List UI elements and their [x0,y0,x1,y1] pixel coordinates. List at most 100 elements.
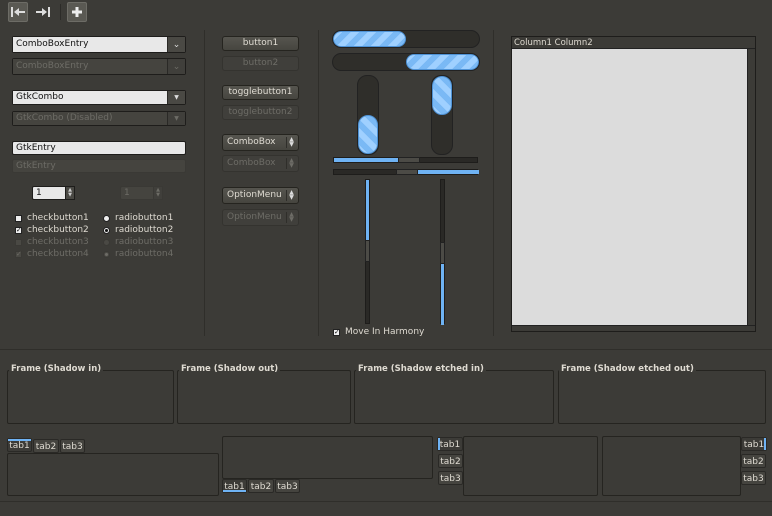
updown-arrows-icon: ▲ ▼ [286,212,296,223]
radio-selected-icon[interactable] [103,226,110,234]
spin-button-value[interactable]: 1 [32,186,66,200]
checkbox-icon [15,238,22,246]
hscale-2[interactable] [333,169,479,175]
radio-icon[interactable] [103,214,110,222]
checkbox-icon[interactable] [15,214,22,222]
hscale-1[interactable] [333,157,478,163]
progress-bar-vertical-2 [431,75,453,155]
tab-label: tab1 [439,440,461,450]
tab-left-2[interactable]: tab2 [438,454,463,468]
tree-view[interactable]: Column1 Column2 [511,36,756,332]
tab-label: tab3 [440,474,461,484]
notebook-left [463,436,598,496]
tab-accent [223,490,246,492]
toolbar-separator [60,4,61,20]
frame-shadow-etched-out-label: Frame (Shadow etched out) [559,364,696,374]
notebook-bottom [222,436,433,479]
combo-box-entry-disabled-field: ComboBoxEntry [13,59,167,74]
optionmenu[interactable]: OptionMenu ▲ ▼ [222,187,299,204]
tab-top-2[interactable]: tab2 [33,439,59,453]
scale-slider-handle[interactable] [396,169,418,175]
tab-right-1[interactable]: tab1 [741,437,767,451]
tab-left-3[interactable]: tab3 [438,471,463,485]
combo-box-entry[interactable]: ComboBoxEntry ⌄ [12,36,186,53]
tab-bottom-3[interactable]: tab3 [275,479,300,493]
notebook-top [7,453,219,496]
checkbutton1[interactable]: checkbutton1 [15,213,89,223]
tab-top-1[interactable]: tab1 [7,438,32,452]
combobox-disabled-label: ComboBox [227,158,276,168]
vertical-scrollbar[interactable] [747,49,755,325]
tab-label: tab2 [35,442,57,452]
column-separator [493,30,494,336]
radiobutton2[interactable]: radiobutton2 [103,225,173,235]
vscale-2[interactable] [440,179,445,325]
progress-fill [333,31,406,47]
goto-first-button[interactable] [8,2,28,22]
add-icon [72,7,82,17]
section-separator [0,349,772,350]
gtk-combo-field[interactable]: GtkCombo [13,91,167,104]
goto-last-button[interactable] [33,2,53,22]
scale-fill [441,264,444,325]
tab-bottom-1[interactable]: tab1 [222,479,247,493]
add-button[interactable] [67,2,87,22]
column-separator [204,30,205,336]
goto-last-icon [36,7,50,17]
tab-label: tab3 [62,442,83,452]
updown-arrows-icon: ▲ ▼ [286,158,296,169]
dropdown-arrow-icon: ▼ [167,112,185,125]
checkbox-checked-icon[interactable]: ✓ [333,328,340,336]
frame-shadow-in [7,370,174,424]
scale-slider-handle[interactable] [398,157,420,163]
progress-fill [432,76,452,115]
checkbox-checked-icon[interactable]: ✓ [15,226,22,234]
tab-label: tab1 [9,441,30,451]
tab-label: tab3 [277,482,298,492]
checkbutton1-label: checkbutton1 [27,213,89,223]
scale-fill [418,170,479,174]
scale-fill [366,180,369,240]
spin-arrows-icon[interactable]: ▲ ▼ [66,186,75,200]
spin-button[interactable]: 1 ▲ ▼ [32,186,75,200]
scale-fill [334,158,398,162]
scale-slider-handle[interactable] [440,242,445,264]
dropdown-arrow-icon[interactable]: ▼ [167,91,185,104]
frame-shadow-etched-out [558,370,766,424]
tab-right-3[interactable]: tab3 [741,471,766,485]
gtk-combo-disabled-field: GtkCombo (Disabled) [13,112,167,125]
tab-label: tab2 [440,457,461,467]
tab-accent [438,438,440,450]
vscale-1[interactable] [365,179,370,324]
gtk-combo-disabled: GtkCombo (Disabled) ▼ [12,111,186,126]
optionmenu-disabled: OptionMenu ▲ ▼ [222,209,299,226]
togglebutton1[interactable]: togglebutton1 [222,85,299,100]
radiobutton3-label: radiobutton3 [115,237,174,247]
chevron-down-icon[interactable]: ⌄ [167,37,185,52]
gtk-entry[interactable]: GtkEntry [12,141,186,155]
tab-right-2[interactable]: tab2 [741,454,766,468]
scale-slider-handle[interactable] [365,240,370,262]
move-in-harmony-checkbox[interactable]: ✓ Move In Harmony [333,327,424,337]
tab-left-1[interactable]: tab1 [437,437,463,451]
gtk-combo[interactable]: GtkCombo ▼ [12,90,186,105]
button1[interactable]: button1 [222,36,299,51]
combobox[interactable]: ComboBox ▲ ▼ [222,134,299,151]
tab-top-3[interactable]: tab3 [60,439,85,453]
checkbutton2[interactable]: ✓ checkbutton2 [15,225,89,235]
radiobutton2-label: radiobutton2 [115,225,174,235]
radio-selected-icon [103,250,110,258]
horizontal-scrollbar[interactable] [512,325,755,331]
progress-fill [406,54,479,70]
tab-bottom-2[interactable]: tab2 [248,479,274,493]
radiobutton1[interactable]: radiobutton1 [103,213,173,223]
checkbutton3: checkbutton3 [15,237,89,247]
frame-shadow-out [177,370,351,424]
tree-view-header[interactable]: Column1 Column2 [512,37,755,49]
column-separator [318,30,319,336]
combo-box-entry-field[interactable]: ComboBoxEntry [13,37,167,52]
gtk-entry-disabled: GtkEntry [12,159,186,173]
move-in-harmony-label: Move In Harmony [345,327,425,337]
button2: button2 [222,56,299,71]
radiobutton4-label: radiobutton4 [115,249,174,259]
